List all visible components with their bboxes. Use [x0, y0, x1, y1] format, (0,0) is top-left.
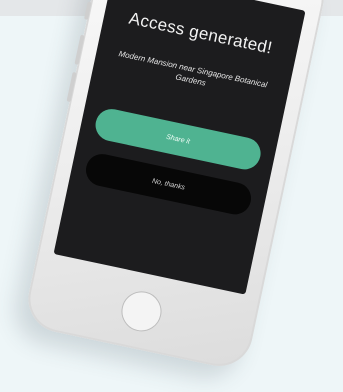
phone-screen: Access generated! Modern Mansion near Si…	[53, 0, 306, 295]
scene: Access generated! Modern Mansion near Si…	[0, 0, 343, 392]
home-button[interactable]	[117, 287, 166, 336]
phone-device: Access generated! Modern Mansion near Si…	[22, 0, 330, 373]
mute-switch	[84, 1, 92, 20]
volume-down-button	[66, 71, 77, 103]
screen-subtitle: Modern Mansion near Singapore Botanical …	[117, 49, 269, 90]
volume-up-button	[74, 34, 85, 65]
